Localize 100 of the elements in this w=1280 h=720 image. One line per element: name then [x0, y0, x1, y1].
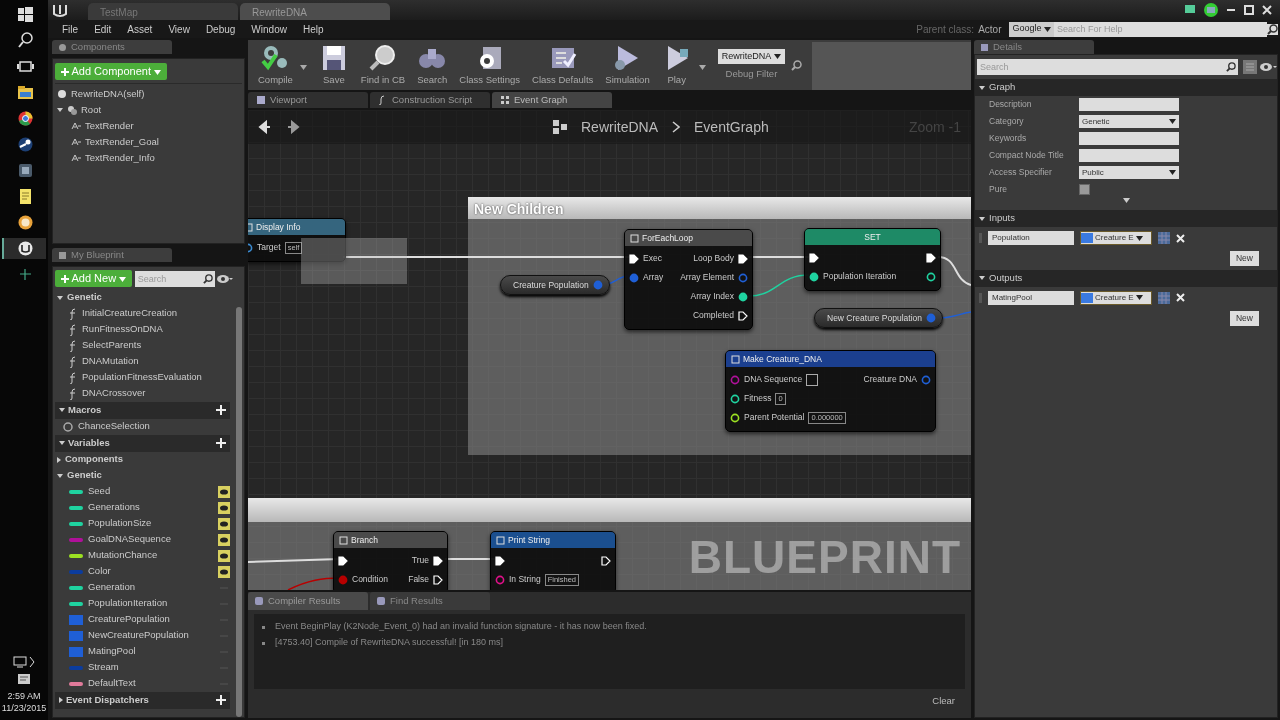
parameter-name-field[interactable]: MatingPool — [988, 290, 1074, 305]
variable-node[interactable]: Creature Population — [500, 275, 610, 295]
expanded-arrow-icon[interactable] — [59, 408, 65, 412]
blueprint-item[interactable]: DNACrossover — [82, 386, 146, 401]
blueprint-item[interactable]: MatingPool — [88, 644, 136, 659]
blueprint-item[interactable]: MutationChance — [88, 548, 158, 563]
exec-pin-icon[interactable] — [738, 253, 748, 264]
toolbar-button[interactable]: Play — [655, 40, 698, 90]
eye-icon[interactable] — [217, 273, 234, 284]
eye-icon[interactable] — [218, 533, 230, 546]
editor-tab[interactable]: Viewport — [248, 92, 368, 108]
menu-item[interactable]: Help — [294, 21, 332, 37]
type-dropdown[interactable]: Creature E — [1080, 290, 1152, 305]
parameter-name-field[interactable]: Population — [988, 231, 1074, 245]
type-dropdown[interactable]: Creature E — [1080, 231, 1152, 245]
graph-node[interactable]: Branch True Condition False — [333, 531, 448, 590]
toolbar-button[interactable]: Search — [411, 40, 454, 90]
blueprint-item[interactable]: InitialCreatureCreation — [82, 306, 178, 321]
blueprint-item[interactable]: RunFitnessOnDNA — [82, 322, 163, 337]
blueprint-item[interactable]: Color — [88, 564, 111, 579]
graph-node[interactable]: SET Population Iteration — [804, 228, 941, 291]
section-header[interactable]: Inputs — [989, 211, 1015, 226]
combo-field[interactable]: Genetic — [1079, 115, 1179, 128]
data-pin-icon[interactable] — [730, 393, 740, 404]
exec-pin-icon[interactable] — [601, 555, 611, 566]
expanded-arrow-icon[interactable] — [979, 85, 985, 90]
menu-item[interactable]: Asset — [119, 21, 161, 37]
node-header[interactable]: Make Creature_DNA — [726, 351, 935, 367]
category-label[interactable]: Components — [65, 452, 124, 467]
data-pin-icon[interactable] — [809, 271, 819, 282]
menu-item[interactable]: Debug — [197, 21, 244, 37]
section-header[interactable]: Graph — [989, 80, 1016, 95]
graph-canvas[interactable] — [248, 110, 971, 590]
node-header[interactable]: Branch — [334, 532, 447, 548]
blueprint-item[interactable]: Generation — [88, 580, 135, 595]
node-header[interactable]: SET — [805, 229, 940, 245]
search-engine-dropdown[interactable]: Google — [1009, 21, 1054, 37]
taskbar-app-button[interactable] — [2, 238, 46, 259]
grid-view-icon[interactable] — [1242, 60, 1257, 74]
exec-pin-icon[interactable] — [809, 252, 819, 263]
help-search-field[interactable]: Search For Help — [1054, 21, 1267, 37]
toolbar-button[interactable]: Class Defaults — [526, 40, 600, 90]
eye-icon[interactable] — [218, 565, 230, 578]
tree-item[interactable]: TextRender_Info — [85, 150, 155, 166]
breadcrumb[interactable]: EventGraph — [694, 116, 769, 138]
expanded-arrow-icon[interactable] — [57, 295, 63, 300]
blueprint-item[interactable]: Seed — [88, 484, 111, 499]
menu-item[interactable]: Window — [243, 21, 295, 37]
text-field[interactable] — [1079, 132, 1179, 145]
blueprint-item[interactable]: GoalDNASequence — [88, 532, 171, 547]
eye-icon[interactable] — [218, 549, 230, 562]
blueprint-item[interactable]: Stream — [88, 660, 119, 675]
add-icon[interactable] — [216, 695, 226, 705]
blueprint-item[interactable]: PopulationIteration — [88, 596, 168, 611]
menu-item[interactable]: Edit — [86, 21, 120, 37]
add-icon[interactable] — [216, 438, 226, 448]
close-icon[interactable] — [1262, 5, 1272, 15]
category-label[interactable]: Genetic — [67, 468, 102, 483]
data-pin-icon[interactable] — [926, 271, 936, 282]
blueprint-item[interactable]: DNAMutation — [82, 354, 139, 369]
clear-button[interactable]: Clear — [926, 693, 961, 710]
eye-icon[interactable] — [1259, 62, 1277, 72]
toolbar-button[interactable]: Compile — [252, 40, 299, 90]
exec-pin-icon[interactable] — [433, 574, 443, 585]
notifications-icon[interactable] — [17, 672, 31, 686]
search-field[interactable]: Search — [134, 270, 201, 287]
back-arrow-icon[interactable] — [258, 120, 272, 134]
expanded-arrow-icon[interactable] — [59, 441, 65, 445]
scrollbar[interactable] — [236, 307, 242, 717]
editor-tab[interactable]: Construction Script — [370, 92, 490, 108]
menu-item[interactable]: View — [160, 21, 198, 37]
toolbar-button[interactable]: Class Settings — [453, 40, 527, 90]
breadcrumb[interactable]: RewriteDNA — [581, 116, 658, 138]
exec-pin-icon[interactable] — [738, 310, 748, 321]
tree-item[interactable]: Root — [81, 102, 102, 118]
remove-icon[interactable] — [1176, 233, 1185, 243]
section-header[interactable]: Outputs — [989, 271, 1023, 286]
blueprint-item[interactable]: Generations — [88, 500, 140, 515]
add-icon[interactable] — [216, 405, 226, 415]
blueprint-item[interactable]: NewCreaturePopulation — [88, 628, 189, 643]
data-pin-icon[interactable] — [738, 291, 748, 302]
menu-item[interactable]: File — [54, 21, 87, 37]
remove-icon[interactable] — [1176, 293, 1185, 303]
collapsed-arrow-icon[interactable] — [57, 456, 61, 463]
category-label[interactable]: Genetic — [67, 290, 102, 305]
pin-value-field[interactable] — [806, 373, 819, 386]
editor-tab[interactable]: Event Graph — [492, 92, 612, 108]
blueprint-item[interactable]: DefaultText — [88, 676, 136, 691]
chevron-icon[interactable] — [29, 656, 36, 668]
maximize-icon[interactable] — [1244, 5, 1254, 15]
variable-node[interactable]: New Creature Population — [814, 308, 943, 328]
blueprint-item[interactable]: PopulationFitnessEvaluation — [82, 370, 202, 385]
clock[interactable]: 2:59 AM 11/23/2015 — [1, 690, 47, 714]
eye-icon[interactable] — [218, 517, 230, 530]
eye-icon[interactable] — [218, 485, 230, 498]
blueprint-item[interactable]: SelectParents — [82, 338, 142, 353]
array-icon[interactable] — [1158, 291, 1170, 304]
expanded-arrow-icon[interactable] — [57, 108, 63, 112]
search-field[interactable]: Search — [977, 59, 1224, 75]
exec-pin-icon[interactable] — [629, 253, 639, 264]
